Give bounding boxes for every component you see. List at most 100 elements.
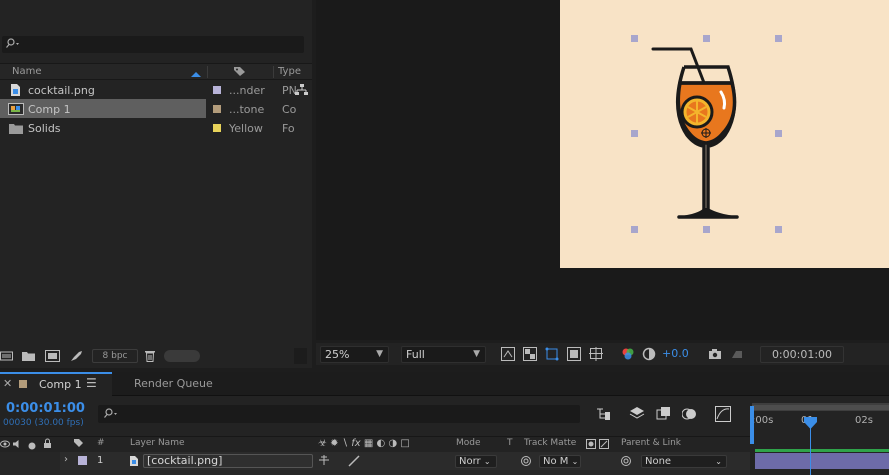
channels-icon[interactable] <box>621 347 635 361</box>
new-folder-icon[interactable] <box>22 350 35 362</box>
project-item-kind: Fo <box>282 122 295 135</box>
draft-3d-icon[interactable] <box>629 406 645 422</box>
project-item-kind: Co <box>282 103 297 116</box>
label-swatch[interactable] <box>213 86 221 94</box>
playhead-icon[interactable] <box>804 417 817 433</box>
shy-switch-icon[interactable] <box>318 454 330 469</box>
pick-whip-icon[interactable] <box>620 455 632 470</box>
close-icon[interactable]: ✕ <box>3 377 12 390</box>
fast-previews-icon[interactable] <box>501 347 515 361</box>
label-swatch[interactable] <box>213 105 221 113</box>
interpret-footage-icon[interactable] <box>0 350 13 362</box>
show-snapshot-icon[interactable] <box>730 347 744 361</box>
project-search-input[interactable] <box>2 36 304 53</box>
tab-comp1[interactable]: ✕ Comp 1 ☰ <box>0 372 112 396</box>
column-name-header[interactable]: Name <box>12 66 42 77</box>
viewer-timecode[interactable]: 0:00:01:00 <box>760 346 844 363</box>
snapshot-camera-icon[interactable] <box>708 347 722 361</box>
layer-column-header: # Layer Name ☣ ✹ ∖ fx ▦ ◐ ◑ □ Mode T Tra… <box>0 436 750 451</box>
blend-mode-value: Norr <box>459 456 481 467</box>
column-separator[interactable] <box>273 66 274 78</box>
project-bit-depth[interactable]: 8 bpc <box>92 349 138 363</box>
project-item-solids[interactable]: Solids Yellow Fo <box>0 119 312 138</box>
current-frame-display: 00030 (30.00 fps) <box>3 418 84 428</box>
transform-handle[interactable] <box>775 35 782 42</box>
column-separator[interactable] <box>207 66 208 78</box>
layer-duration-bar[interactable] <box>755 453 889 469</box>
transform-handle[interactable] <box>631 226 638 233</box>
column-type-header[interactable]: Type <box>278 66 301 77</box>
transform-handle[interactable] <box>631 130 638 137</box>
region-of-interest-icon[interactable] <box>567 347 581 361</box>
timeline-search-input[interactable] <box>98 405 580 423</box>
tab-render-queue[interactable]: Render Queue <box>134 377 213 390</box>
transform-handle[interactable] <box>703 35 710 42</box>
label-swatch[interactable] <box>213 124 221 132</box>
thumbnail-toggle[interactable] <box>164 350 200 362</box>
hamburger-menu-icon[interactable]: ☰ <box>86 376 97 390</box>
project-footer: 8 bpc <box>0 348 312 365</box>
layer-row-next[interactable] <box>0 470 750 475</box>
resolution-value: Full <box>406 348 425 361</box>
viewer-toolbar: 25% ▼ Full ▼ +0.0 0:00:01:00 <box>316 343 889 365</box>
chevron-down-icon: ⌄ <box>483 457 491 466</box>
chevron-down-icon: ▼ <box>376 349 383 359</box>
composition-canvas[interactable] <box>560 0 889 268</box>
composition-icon <box>8 103 24 118</box>
cocktail-glass-illustration[interactable] <box>560 0 889 268</box>
transparency-grid-icon[interactable] <box>523 347 537 361</box>
resolution-dropdown[interactable]: Full ▼ <box>401 346 486 363</box>
parent-dropdown[interactable]: None ⌄ <box>641 455 727 468</box>
image-file-icon <box>129 455 139 470</box>
track-matte-dropdown[interactable]: No M ⌄ <box>539 455 581 468</box>
chevron-right-icon[interactable]: › <box>64 454 68 465</box>
flowchart-icon[interactable] <box>295 84 308 99</box>
new-composition-icon[interactable] <box>45 350 60 362</box>
project-column-header: Name Type <box>0 63 312 80</box>
layer-name-field[interactable]: [cocktail.png] <box>143 454 313 468</box>
column-layer-name-header[interactable]: Layer Name <box>130 438 185 448</box>
folder-icon <box>9 123 23 137</box>
project-panel <box>0 0 312 368</box>
scroll-track[interactable] <box>294 348 307 364</box>
av-switches[interactable] <box>0 452 60 470</box>
quality-switch-icon[interactable] <box>348 455 360 470</box>
track-matte-value: No M <box>543 456 569 467</box>
spiral-link-icon[interactable] <box>520 455 532 470</box>
speaker-icon[interactable] <box>12 439 22 452</box>
transform-handle[interactable] <box>775 226 782 233</box>
transform-handle[interactable] <box>703 226 710 233</box>
graph-editor-icon[interactable] <box>715 406 731 422</box>
column-number-header: # <box>97 438 105 448</box>
lock-icon[interactable] <box>43 438 52 452</box>
eye-icon[interactable] <box>0 439 10 452</box>
transform-handle[interactable] <box>775 130 782 137</box>
reset-exposure-icon[interactable] <box>642 347 656 361</box>
label-tag-icon[interactable] <box>233 66 246 80</box>
mask-visibility-icon[interactable] <box>545 347 559 361</box>
search-icon <box>104 408 120 422</box>
chevron-down-icon: ⌄ <box>571 457 579 466</box>
ruler-tick-label: :00s <box>752 415 774 426</box>
motion-blur-icon[interactable] <box>681 406 698 422</box>
work-area-start-handle[interactable] <box>750 406 754 444</box>
frame-blending-icon[interactable] <box>656 406 672 422</box>
trash-icon[interactable] <box>144 350 157 362</box>
column-mode-header: Mode <box>456 438 481 448</box>
grid-guides-icon[interactable] <box>589 347 603 361</box>
exposure-value[interactable]: +0.0 <box>662 347 689 360</box>
current-time-display[interactable]: 0:00:01:00 <box>6 401 85 416</box>
switches-icons: ☣ ✹ ∖ fx ▦ ◐ ◑ □ <box>318 438 410 449</box>
blend-mode-dropdown[interactable]: Norr ⌄ <box>455 455 497 468</box>
project-item-comp1[interactable]: Comp 1 ...tone Co <box>0 100 312 119</box>
zoom-dropdown[interactable]: 25% ▼ <box>320 346 389 363</box>
work-area-bar[interactable] <box>752 405 889 410</box>
label-swatch[interactable] <box>78 456 87 465</box>
label-tag-icon[interactable] <box>73 438 84 451</box>
layer-row[interactable]: › 1 [cocktail.png] Norr ⌄ No M ⌄ None ⌄ <box>0 452 750 470</box>
transform-handle[interactable] <box>631 35 638 42</box>
project-item-cocktail[interactable]: cocktail.png ...nder PN <box>0 81 312 100</box>
render-queue-icon[interactable] <box>70 350 83 362</box>
sort-ascending-icon[interactable] <box>190 68 202 81</box>
composition-flowchart-icon[interactable] <box>596 406 612 422</box>
